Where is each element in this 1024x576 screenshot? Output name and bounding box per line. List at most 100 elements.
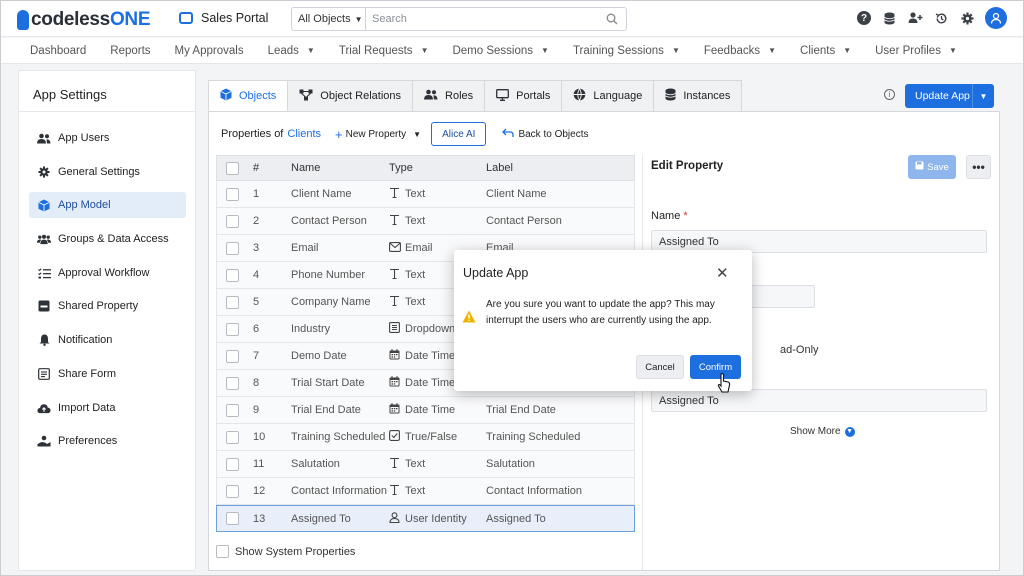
row-checkbox[interactable] [226,241,239,255]
show-system-properties[interactable]: Show System Properties [216,545,355,558]
row-type-label: True/False [405,431,458,443]
table-row[interactable]: 12 Contact Information Text Contact Informa… [216,478,635,505]
nav-training-sessions[interactable]: Training Sessions ▼ [573,45,680,57]
row-checkbox[interactable] [226,187,239,201]
back-to-objects-button[interactable]: Back to Objects [502,127,588,141]
sidebar-item-app-model[interactable]: App Model [29,192,186,218]
help-icon[interactable]: ? [857,11,871,25]
row-checkbox[interactable] [226,376,239,390]
row-number: 4 [253,269,260,281]
tab-language[interactable]: Language [561,80,655,112]
row-name: Contact Person [291,215,367,227]
sidebar-item-label: General Settings [58,166,140,178]
nav-user-profiles[interactable]: User Profiles ▼ [875,45,957,57]
app-model-tabs: Objects Object Relations Roles Portals L… [208,80,743,112]
header-label[interactable]: Label [486,162,634,174]
show-more-link[interactable]: Show More ▼ [790,426,855,437]
table-row[interactable]: 13 Assigned To User Identity Assigned To [216,505,635,532]
nav-dashboard[interactable]: Dashboard [30,45,86,57]
new-property-button[interactable]: + New Property ▼ [335,127,421,142]
nav-reports[interactable]: Reports [110,45,150,57]
save-button[interactable]: Save [908,155,956,179]
properties-of-label: Properties of [221,128,284,140]
plus-icon: + [335,126,343,142]
user-avatar[interactable] [985,7,1007,29]
logo-mark [17,10,29,30]
alice-ai-button[interactable]: Alice AI [431,122,487,146]
nav-demo-sessions[interactable]: Demo Sessions ▼ [452,45,548,57]
header-type[interactable]: Type [389,162,486,174]
nav-my-approvals[interactable]: My Approvals [175,45,244,57]
tab-instances[interactable]: Instances [653,80,743,112]
row-checkbox[interactable] [226,349,239,363]
object-name-link[interactable]: Clients [287,128,321,140]
nav-clients[interactable]: Clients ▼ [800,45,851,57]
table-row[interactable]: 10 Training Scheduled True/False Training S… [216,424,635,451]
confirm-button[interactable]: Confirm [690,355,741,379]
users-icon [424,89,438,103]
row-checkbox[interactable] [226,457,239,471]
sidebar-item-app-users[interactable]: App Users [29,125,186,151]
sidebar-item-preferences[interactable]: Preferences [29,428,186,454]
codelessone-logo[interactable]: codeless ONE [17,9,151,31]
search-icon[interactable] [598,13,626,25]
row-checkbox[interactable] [226,403,239,417]
sidebar-item-share-form[interactable]: Share Form [29,361,186,387]
tab-portals[interactable]: Portals [484,80,563,112]
logo-prefix: codeless [31,9,110,30]
checklist-icon [37,267,51,279]
app-switcher[interactable]: Sales Portal [179,11,268,25]
update-app-dropdown[interactable]: ▼ [972,84,994,108]
row-checkbox[interactable] [226,268,239,282]
close-icon[interactable]: ✕ [716,264,729,282]
tab-objects[interactable]: Objects [208,80,289,112]
row-checkbox[interactable] [226,512,239,525]
row-label: Salutation [486,458,535,470]
select-all-checkbox[interactable] [226,161,239,175]
sidebar-item-import-data[interactable]: Import Data [29,395,186,421]
row-type: Text [389,484,486,498]
tab-label: Language [593,90,643,102]
table-row[interactable]: 1 Client Name Text Client Name [216,181,635,208]
row-checkbox[interactable] [226,430,239,444]
sidebar-item-label: Preferences [58,435,118,447]
history-icon[interactable] [933,10,949,26]
nav-trial-requests[interactable]: Trial Requests ▼ [339,45,429,57]
show-system-checkbox[interactable] [216,545,229,558]
table-header: # Name Type Label [216,155,635,181]
add-user-icon[interactable] [907,10,923,26]
update-app-button[interactable]: Update App ▼ [905,84,994,108]
table-row[interactable]: 9 Trial End Date Date Time Trial End Date [216,397,635,424]
info-icon[interactable]: i [884,89,895,100]
row-checkbox[interactable] [226,484,239,498]
nav-label: Clients [800,44,836,57]
more-options-button[interactable]: ••• [966,155,991,179]
header-num: # [253,162,260,174]
row-type-label: Date Time [405,404,456,416]
tab-object-relations[interactable]: Object Relations [287,80,414,112]
gear-icon[interactable] [959,10,975,26]
sidebar-item-approval-workflow[interactable]: Approval Workflow [29,260,186,286]
nav-leads[interactable]: Leads ▼ [268,45,315,57]
nav-feedbacks[interactable]: Feedbacks ▼ [704,45,776,57]
database-icon[interactable] [881,10,897,26]
search-input[interactable] [366,13,598,25]
tab-roles[interactable]: Roles [412,80,486,112]
row-number: 5 [253,296,260,308]
row-checkbox[interactable] [226,214,239,228]
row-name: Trial Start Date [291,377,365,389]
row-checkbox[interactable] [226,295,239,309]
row-type-label: Text [405,215,426,227]
sidebar-item-groups-data-access[interactable]: Groups & Data Access [29,226,186,252]
sidebar-item-shared-property[interactable]: Shared Property [29,293,186,319]
sidebar-item-general-settings[interactable]: General Settings [29,159,186,185]
header-name[interactable]: Name [291,162,389,174]
chevron-down-circle-icon: ▼ [844,426,855,437]
label-input[interactable]: Assigned To [651,389,987,412]
row-checkbox[interactable] [226,322,239,336]
table-row[interactable]: 2 Contact Person Text Contact Person [216,208,635,235]
table-row[interactable]: 11 Salutation Text Salutation [216,451,635,478]
sidebar-item-notification[interactable]: Notification [29,327,186,353]
object-filter-select[interactable]: All Objects ▼ [292,8,366,30]
cancel-button[interactable]: Cancel [636,355,684,379]
